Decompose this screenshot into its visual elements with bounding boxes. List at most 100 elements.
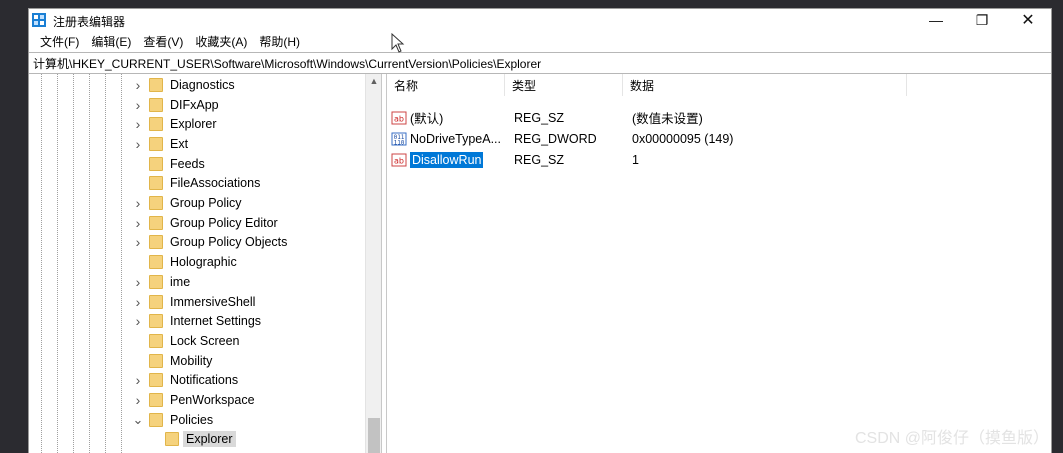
tree-item[interactable]: ⌄ Policies: [131, 410, 213, 430]
tree-item[interactable]: › Notifications: [131, 371, 238, 391]
value-type: REG_DWORD: [514, 131, 597, 146]
value-row[interactable]: ab DisallowRun REG_SZ 1: [387, 149, 823, 170]
value-type: REG_SZ: [514, 110, 565, 125]
registry-editor-window: 注册表编辑器 — ❐ ✕ 文件(F) 编辑(E) 查看(V) 收藏夹(A) 帮助…: [28, 8, 1052, 453]
value-name: (默认): [410, 112, 444, 126]
tree-item-label: Group Policy Objects: [170, 235, 288, 250]
tree-guide-line: [57, 74, 58, 453]
tree-item[interactable]: › Internet Settings: [131, 311, 261, 331]
svg-text:ab: ab: [394, 114, 404, 123]
minimize-button[interactable]: —: [913, 9, 959, 31]
tree-guide-line: [105, 74, 106, 453]
scroll-up-arrow-icon[interactable]: ▲: [366, 76, 381, 86]
tree-item-label: Ext: [170, 136, 189, 151]
tree-item-label: Notifications: [170, 373, 239, 388]
tree-item-label: Group Policy Editor: [170, 215, 278, 230]
tree-item[interactable]: › Group Policy: [131, 193, 242, 213]
folder-icon: [149, 136, 163, 151]
chevron-right-icon[interactable]: ›: [131, 294, 145, 310]
values-list-pane: 名称 类型 数据 ab (默认) REG_SZ (数值未设置) 011 110 NoDriv…: [387, 74, 1051, 453]
tree-item[interactable]: › DIFxApp: [131, 95, 219, 115]
column-header-name[interactable]: 名称: [387, 74, 505, 96]
folder-icon: [149, 353, 163, 368]
tree-item[interactable]: › Ext: [131, 134, 188, 154]
tree-item-label: Lock Screen: [170, 333, 240, 348]
chevron-right-icon[interactable]: ›: [131, 215, 145, 231]
tree-guide-line: [121, 74, 122, 453]
folder-icon: [165, 432, 179, 447]
tree-item[interactable]: › Group Policy Editor: [131, 213, 278, 233]
watermark: CSDN @阿俊仔（摸鱼版）: [854, 430, 1049, 447]
tree-item[interactable]: › Diagnostics: [131, 75, 235, 95]
column-header-type[interactable]: 类型: [505, 74, 623, 96]
chevron-right-icon[interactable]: ›: [131, 116, 145, 132]
value-data: (数值未设置): [632, 112, 703, 126]
menu-help[interactable]: 帮助(H): [253, 33, 306, 50]
folder-icon: [149, 176, 163, 191]
column-header-data[interactable]: 数据: [623, 74, 907, 96]
tree-guide-line: [73, 74, 74, 453]
svg-text:ab: ab: [394, 156, 404, 165]
tree-item-label: Mobility: [170, 353, 213, 368]
tree-item[interactable]: › Explorer: [131, 114, 217, 134]
folder-icon: [149, 117, 163, 132]
menu-file[interactable]: 文件(F): [34, 33, 85, 50]
tree-item-label: FileAssociations: [170, 176, 261, 191]
title-bar[interactable]: 注册表编辑器 — ❐ ✕: [29, 9, 1051, 31]
value-name: DisallowRun: [410, 151, 484, 168]
value-row[interactable]: ab (默认) REG_SZ (数值未设置): [387, 107, 823, 128]
chevron-right-icon[interactable]: ›: [131, 77, 145, 93]
value-name-cell: ab (默认): [387, 108, 505, 127]
folder-icon: [149, 274, 163, 289]
tree-item-label: Internet Settings: [170, 314, 262, 329]
menu-favorites[interactable]: 收藏夹(A): [189, 33, 253, 50]
chevron-right-icon[interactable]: ›: [131, 392, 145, 408]
registry-app-icon: [32, 13, 46, 27]
folder-icon: [149, 393, 163, 408]
address-bar[interactable]: 计算机\HKEY_CURRENT_USER\Software\Microsoft…: [29, 52, 1051, 74]
folder-icon: [149, 77, 163, 92]
tree-item[interactable]: Lock Screen: [131, 331, 239, 351]
chevron-right-icon[interactable]: ›: [131, 372, 145, 388]
tree-item[interactable]: Mobility: [131, 351, 212, 371]
tree-item[interactable]: Holographic: [131, 252, 237, 272]
menu-edit[interactable]: 编辑(E): [85, 33, 137, 50]
chevron-right-icon[interactable]: ›: [131, 136, 145, 152]
chevron-right-icon[interactable]: ›: [131, 313, 145, 329]
folder-icon: [149, 314, 163, 329]
tree-item[interactable]: › PenWorkspace: [131, 390, 255, 410]
folder-icon: [149, 294, 163, 309]
tree-item-label: PenWorkspace: [170, 393, 255, 408]
tree-item[interactable]: › ime: [131, 272, 191, 292]
folder-icon: [149, 255, 163, 270]
folder-icon: [149, 373, 163, 388]
tree-scrollbar[interactable]: ▲: [365, 74, 381, 453]
tree-item[interactable]: › ImmersiveShell: [131, 292, 256, 312]
menu-view[interactable]: 查看(V): [137, 33, 189, 50]
tree-item[interactable]: Feeds: [131, 154, 205, 174]
tree-item[interactable]: › Group Policy Objects: [131, 233, 288, 253]
tree-item-label: DIFxApp: [170, 97, 219, 112]
tree-item[interactable]: FileAssociations: [131, 174, 260, 194]
chevron-right-icon[interactable]: ›: [131, 97, 145, 113]
string-value-icon: ab: [391, 111, 407, 124]
chevron-right-icon[interactable]: ›: [131, 274, 145, 290]
value-type: REG_SZ: [514, 152, 565, 167]
string-value-icon: ab: [391, 153, 407, 166]
chevron-right-icon[interactable]: ›: [131, 234, 145, 250]
menu-bar: 文件(F) 编辑(E) 查看(V) 收藏夹(A) 帮助(H): [29, 31, 1051, 51]
mouse-cursor-icon: [391, 33, 405, 53]
value-row[interactable]: 011 110 NoDriveTypeA... REG_DWORD 0x00000095…: [387, 128, 823, 149]
tree-item[interactable]: Explorer: [147, 430, 236, 450]
value-name-cell: ab DisallowRun: [387, 151, 505, 168]
chevron-right-icon[interactable]: ›: [131, 195, 145, 211]
chevron-down-icon[interactable]: ⌄: [131, 412, 145, 428]
tree-item-label: ImmersiveShell: [170, 294, 256, 309]
window-title: 注册表编辑器: [53, 15, 126, 29]
list-header: 名称 类型 数据: [387, 74, 907, 96]
scroll-thumb[interactable]: [368, 418, 380, 453]
close-button[interactable]: ✕: [1005, 9, 1051, 31]
binary-value-icon: 011110: [391, 132, 407, 146]
tree-item-label: Explorer: [183, 431, 236, 448]
maximize-button[interactable]: ❐: [959, 9, 1005, 31]
